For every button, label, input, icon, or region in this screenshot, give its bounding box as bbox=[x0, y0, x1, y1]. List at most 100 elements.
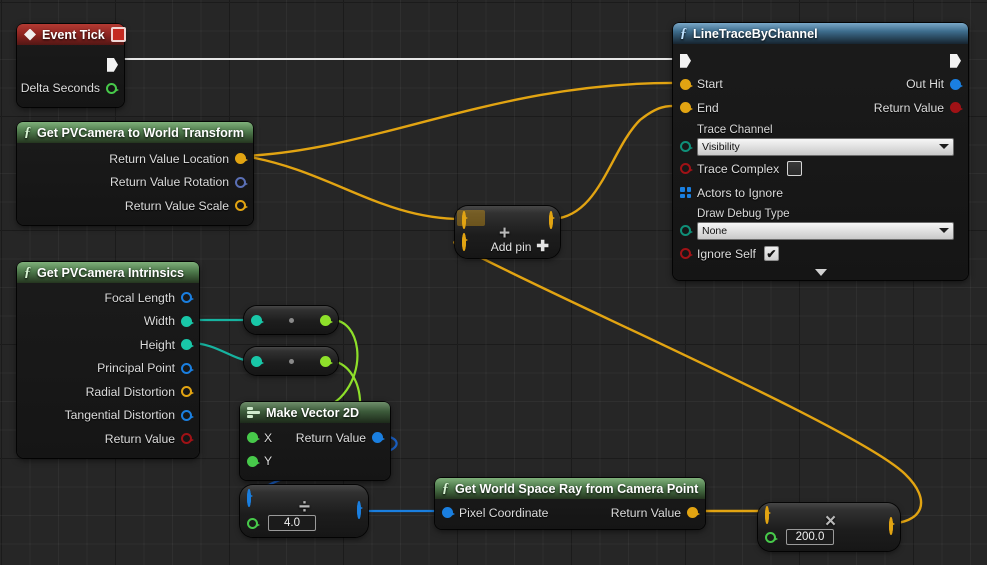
pin-label: Ignore Self bbox=[697, 246, 756, 261]
divide-input-b-pin[interactable] bbox=[247, 517, 260, 529]
multiply-input-b-pin[interactable] bbox=[765, 531, 778, 543]
divide-output-pin[interactable] bbox=[357, 501, 361, 519]
radial-distortion-out-pin[interactable] bbox=[181, 386, 194, 398]
pin-row-actors-to-ignore[interactable]: Actors to Ignore bbox=[673, 182, 968, 204]
multiply-value-field[interactable]: 200.0 bbox=[786, 529, 834, 545]
height-out-pin[interactable] bbox=[181, 339, 194, 351]
array-pin-icon[interactable] bbox=[680, 187, 691, 198]
exec-out-pin[interactable] bbox=[107, 57, 118, 72]
multiply-output-pin[interactable] bbox=[889, 517, 893, 535]
node-header[interactable]: ƒ Get World Space Ray from Camera Point bbox=[435, 478, 705, 499]
trace-channel-label: Trace Channel bbox=[697, 122, 773, 136]
pin-row-return-value-rotation[interactable]: Return Value Rotation bbox=[17, 171, 253, 195]
node-divide[interactable]: ÷ 4.0 bbox=[240, 485, 368, 537]
pin-label: Actors to Ignore bbox=[697, 185, 784, 200]
width-out-pin[interactable] bbox=[181, 315, 194, 327]
node-header[interactable]: Event Tick bbox=[17, 24, 126, 45]
focal-length-out-pin[interactable] bbox=[181, 292, 194, 304]
pin-row-return-value-location[interactable]: Return Value Location bbox=[17, 147, 253, 171]
pin-row-x-and-return[interactable]: X Return Value bbox=[240, 426, 390, 450]
node-header[interactable]: ƒ LineTraceByChannel bbox=[673, 23, 968, 44]
pin-row-focal-length[interactable]: Focal Length bbox=[17, 286, 199, 310]
exec-in-pin[interactable] bbox=[680, 53, 691, 68]
delta-seconds-out-pin[interactable] bbox=[106, 82, 119, 94]
pin-row-intrinsics-return-value[interactable]: Return Value bbox=[17, 427, 199, 451]
pin-row-pixel-coordinate[interactable]: Pixel Coordinate Return Value bbox=[435, 501, 705, 525]
pin-row-width[interactable]: Width bbox=[17, 310, 199, 334]
node-add[interactable]: + Add pin ✚ bbox=[455, 206, 560, 258]
add-output-pin[interactable] bbox=[549, 211, 553, 229]
plus-icon: ✚ bbox=[536, 238, 549, 255]
trace-channel-dropdown[interactable]: Visibility bbox=[697, 137, 954, 156]
pin-row-y[interactable]: Y bbox=[240, 450, 390, 474]
node-line-trace-by-channel[interactable]: ƒ LineTraceByChannel Start Out Hit End R… bbox=[673, 23, 968, 280]
return-value-location-out-pin[interactable] bbox=[235, 153, 248, 165]
pin-row-end-returnvalue[interactable]: End Return Value bbox=[673, 96, 968, 120]
pin-row-tangential-distortion[interactable]: Tangential Distortion bbox=[17, 404, 199, 428]
pin-row-draw-debug-type[interactable]: Draw Debug Type None bbox=[673, 204, 968, 240]
pin-row-return-value-scale[interactable]: Return Value Scale bbox=[17, 194, 253, 218]
y-in-pin[interactable] bbox=[247, 455, 260, 467]
node-header[interactable]: Make Vector 2D bbox=[240, 402, 390, 423]
divide-input-a-pin[interactable] bbox=[247, 489, 251, 507]
conversion-input-pin[interactable] bbox=[251, 314, 264, 326]
divide-value-field[interactable]: 4.0 bbox=[268, 515, 316, 531]
add-input-a-pin[interactable] bbox=[462, 211, 466, 229]
ignore-self-in-pin[interactable] bbox=[680, 248, 693, 259]
pin-row-ignore-self[interactable]: Ignore Self ✔ bbox=[673, 240, 968, 268]
node-get-pvcamera-intrinsics[interactable]: ƒ Get PVCamera Intrinsics Focal Length W… bbox=[17, 262, 199, 458]
x-in-pin[interactable] bbox=[247, 432, 260, 444]
pin-label: Return Value bbox=[610, 505, 681, 520]
end-in-pin[interactable] bbox=[680, 102, 693, 114]
pin-row-start-outhit[interactable]: Start Out Hit bbox=[673, 73, 968, 97]
principal-point-out-pin[interactable] bbox=[181, 362, 194, 374]
return-value-out-pin[interactable] bbox=[181, 433, 194, 445]
advanced-collapse-toggle[interactable] bbox=[673, 268, 968, 276]
return-value-out-pin[interactable] bbox=[687, 507, 700, 519]
conversion-output-pin[interactable] bbox=[320, 314, 333, 326]
return-value-rotation-out-pin[interactable] bbox=[235, 176, 248, 188]
add-input-b-pin[interactable] bbox=[462, 233, 466, 251]
node-make-vector-2d[interactable]: Make Vector 2D X Return Value Y bbox=[240, 402, 390, 480]
pin-row-radial-distortion[interactable]: Radial Distortion bbox=[17, 380, 199, 404]
pin-row-exec[interactable] bbox=[673, 49, 968, 73]
return-value-out-pin[interactable] bbox=[950, 102, 963, 114]
make-struct-icon bbox=[247, 407, 260, 418]
multiply-input-a-pin[interactable] bbox=[765, 506, 769, 524]
node-int-to-float-conversion-height[interactable] bbox=[244, 347, 338, 375]
node-header[interactable]: ƒ Get PVCamera to World Transform bbox=[17, 122, 253, 143]
draw-debug-type-dropdown[interactable]: None bbox=[697, 221, 954, 240]
trace-complex-checkbox[interactable] bbox=[787, 161, 803, 176]
trace-complex-in-pin[interactable] bbox=[680, 163, 693, 174]
node-header[interactable]: ƒ Get PVCamera Intrinsics bbox=[17, 262, 199, 283]
pin-row-delta-seconds[interactable]: Delta Seconds bbox=[17, 77, 124, 101]
node-title: Make Vector 2D bbox=[266, 405, 360, 420]
node-multiply[interactable]: × 200.0 bbox=[758, 503, 900, 551]
pin-label: X bbox=[264, 430, 273, 445]
event-stop-icon[interactable] bbox=[110, 27, 126, 42]
return-value-out-pin[interactable] bbox=[372, 432, 385, 444]
add-pin-button[interactable]: Add pin ✚ bbox=[491, 239, 549, 254]
out-hit-out-pin[interactable] bbox=[950, 78, 963, 90]
pin-row-exec-out[interactable] bbox=[17, 53, 124, 77]
node-get-pvcamera-to-world-transform[interactable]: ƒ Get PVCamera to World Transform Return… bbox=[17, 122, 253, 225]
blueprint-graph-canvas[interactable]: Event Tick Delta Seconds ƒ Get PVCamera … bbox=[0, 0, 987, 565]
node-int-to-float-conversion-width[interactable] bbox=[244, 306, 338, 334]
pin-row-trace-channel[interactable]: Trace Channel Visibility bbox=[673, 120, 968, 156]
trace-channel-in-pin[interactable] bbox=[680, 140, 693, 152]
pin-row-height[interactable]: Height bbox=[17, 333, 199, 357]
pin-row-trace-complex[interactable]: Trace Complex bbox=[673, 156, 968, 182]
pixel-coordinate-in-pin[interactable] bbox=[442, 507, 455, 519]
exec-out-pin[interactable] bbox=[950, 53, 961, 68]
conversion-input-pin[interactable] bbox=[251, 355, 264, 367]
tangential-distortion-out-pin[interactable] bbox=[181, 409, 194, 421]
node-title: Get PVCamera Intrinsics bbox=[37, 265, 184, 280]
ignore-self-checkbox[interactable]: ✔ bbox=[763, 246, 779, 261]
pin-row-principal-point[interactable]: Principal Point bbox=[17, 357, 199, 381]
return-value-scale-out-pin[interactable] bbox=[235, 200, 248, 212]
start-in-pin[interactable] bbox=[680, 78, 693, 90]
conversion-output-pin[interactable] bbox=[320, 355, 333, 367]
node-event-tick[interactable]: Event Tick Delta Seconds bbox=[17, 24, 126, 107]
node-get-world-space-ray-from-camera-point[interactable]: ƒ Get World Space Ray from Camera Point … bbox=[435, 478, 705, 529]
draw-debug-type-in-pin[interactable] bbox=[680, 224, 693, 236]
